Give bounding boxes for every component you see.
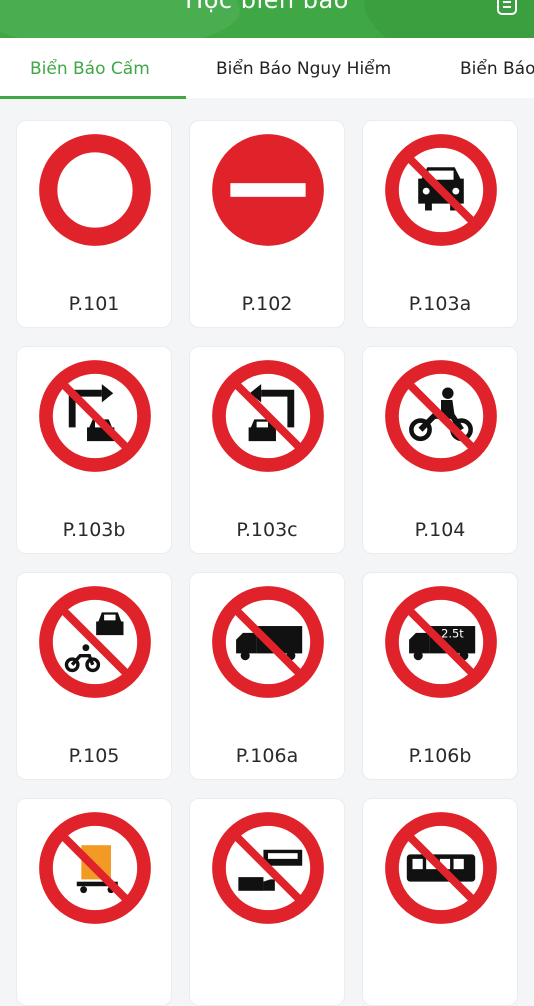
sign-code: P.102	[241, 293, 293, 315]
menu-icon[interactable]	[496, 0, 518, 16]
weight-limit-label: 2.5t	[441, 626, 464, 640]
tab-more-signs[interactable]: Biển Báo	[460, 38, 534, 98]
sign-code: P.104	[414, 519, 466, 541]
no-cars-turn-right-sign-icon	[39, 360, 151, 472]
sign-card[interactable]: 2.5t P.106b	[362, 572, 518, 780]
sign-card[interactable]: P.103b	[16, 346, 172, 554]
no-buses-sign-icon	[385, 812, 497, 924]
sign-code: P.105	[68, 745, 120, 767]
app-header: Học biển báo	[0, 0, 534, 38]
no-truck-and-bus-sign-icon	[212, 812, 324, 924]
sign-card[interactable]: P.101	[16, 120, 172, 328]
sign-card[interactable]: P.105	[16, 572, 172, 780]
no-vehicles-sign-icon	[39, 134, 151, 246]
sign-code: P.106b	[408, 745, 472, 767]
sign-code: P.103c	[236, 519, 298, 541]
page-title: Học biển báo	[185, 0, 349, 14]
sign-card[interactable]: P.106a	[189, 572, 345, 780]
no-hazardous-cargo-sign-icon	[39, 812, 151, 924]
no-cars-turn-left-sign-icon	[212, 360, 324, 472]
sign-card[interactable]	[362, 798, 518, 1006]
sign-card[interactable]: P.102	[189, 120, 345, 328]
tab-warning-signs[interactable]: Biển Báo Nguy Hiểm	[216, 38, 391, 98]
sign-code: P.103a	[408, 293, 472, 315]
no-trucks-over-weight-sign-icon: 2.5t	[385, 586, 497, 698]
no-cars-sign-icon	[385, 134, 497, 246]
sign-card[interactable]: P.103c	[189, 346, 345, 554]
sign-code: P.101	[68, 293, 120, 315]
no-cars-and-motorcycles-sign-icon	[39, 586, 151, 698]
tab-prohibitory-signs[interactable]: Biển Báo Cấm	[30, 38, 150, 98]
no-trucks-sign-icon	[212, 586, 324, 698]
category-tabs: Biển Báo Cấm Biển Báo Nguy Hiểm Biển Báo	[0, 38, 534, 98]
sign-card[interactable]	[16, 798, 172, 1006]
no-motorcycles-sign-icon	[385, 360, 497, 472]
no-entry-sign-icon	[212, 134, 324, 246]
sign-card[interactable]: P.104	[362, 346, 518, 554]
sign-code: P.106a	[235, 745, 299, 767]
active-tab-indicator	[0, 96, 186, 99]
sign-card[interactable]	[189, 798, 345, 1006]
sign-card[interactable]: P.103a	[362, 120, 518, 328]
sign-code: P.103b	[62, 519, 126, 541]
